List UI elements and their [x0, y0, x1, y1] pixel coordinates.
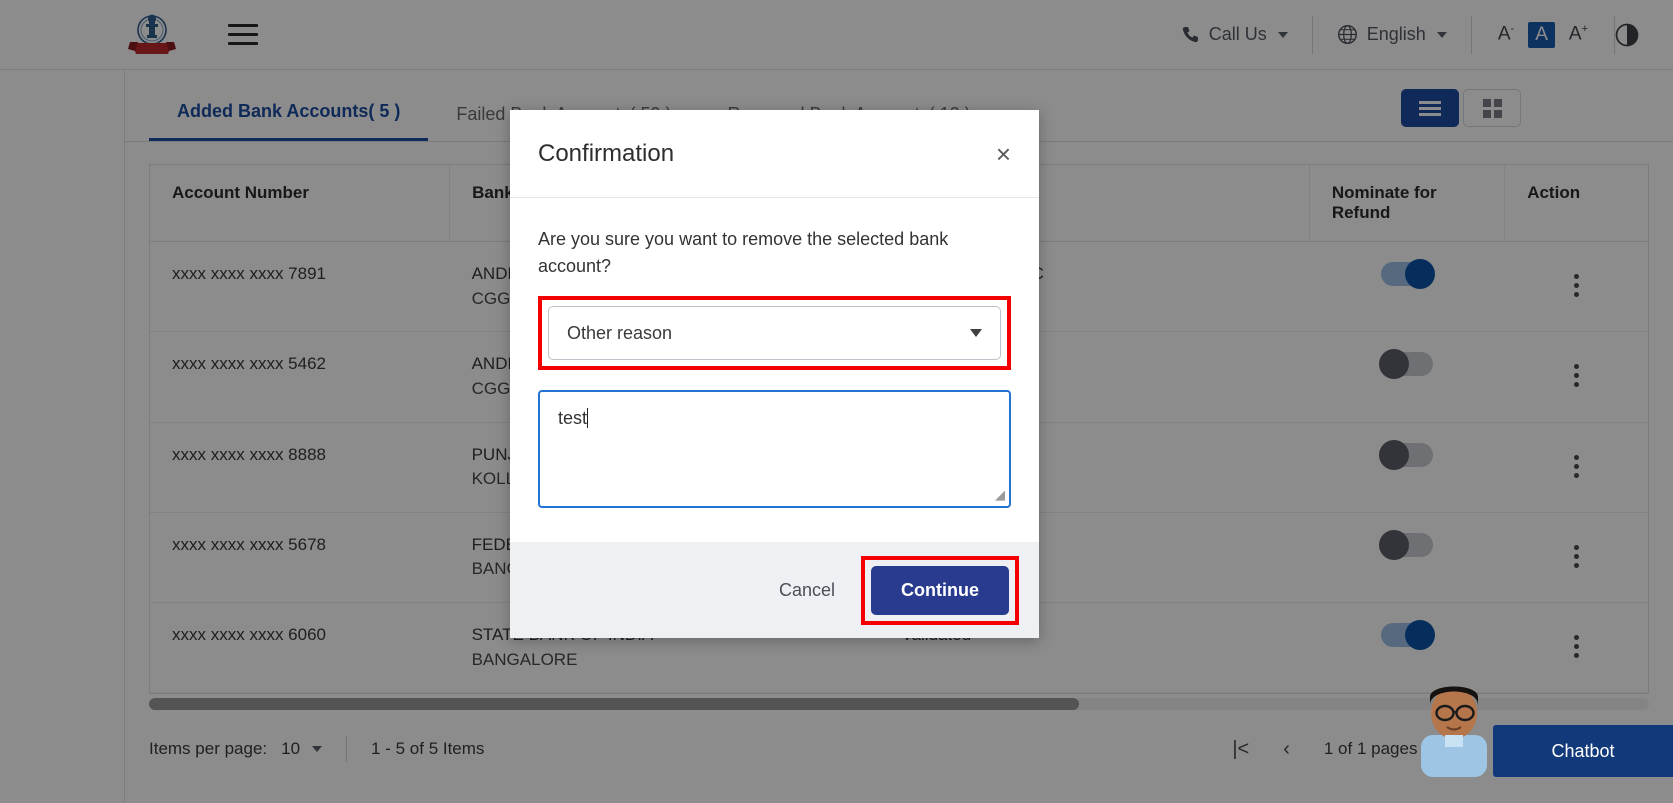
chatbot-widget[interactable]: Chatbot	[1415, 673, 1673, 777]
cancel-button[interactable]: Cancel	[757, 568, 857, 613]
chevron-down-icon	[970, 329, 982, 337]
chatbot-avatar	[1421, 686, 1487, 777]
continue-button[interactable]: Continue	[871, 565, 1009, 615]
modal-question: Are you sure you want to remove the sele…	[538, 229, 949, 276]
modal-header: Confirmation ×	[510, 110, 1039, 198]
resize-handle-icon[interactable]: ◢	[995, 487, 1005, 503]
modal-footer: Cancel Continue	[510, 542, 1039, 638]
comment-textarea[interactable]: test ◢	[538, 390, 1011, 508]
close-icon[interactable]: ×	[996, 141, 1011, 167]
reason-select[interactable]: Other reason	[548, 306, 1001, 360]
reason-select-highlight: Other reason	[538, 296, 1011, 370]
chatbot-button[interactable]: Chatbot	[1493, 725, 1673, 777]
modal-title: Confirmation	[538, 139, 675, 167]
continue-button-highlight: Continue	[861, 555, 1019, 625]
text-cursor	[587, 408, 589, 428]
reason-select-value: Other reason	[567, 322, 673, 343]
confirmation-modal: Confirmation × Are you sure you want to …	[510, 110, 1039, 638]
modal-body: Are you sure you want to remove the sele…	[510, 198, 1039, 542]
comment-value: test	[558, 408, 588, 428]
app-root: Call Us English A- A A+ Added Bank Accou…	[0, 0, 1673, 803]
